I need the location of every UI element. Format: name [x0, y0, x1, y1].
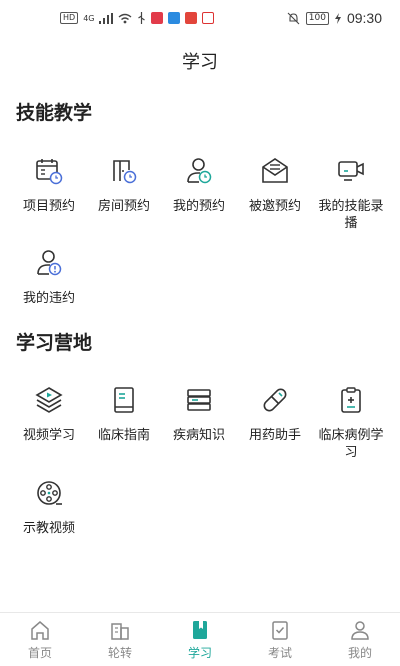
grid-item-room-booking[interactable]: 房间预约: [86, 154, 162, 215]
mail-open-icon: [258, 154, 292, 188]
grid-item-video-study[interactable]: 视频学习: [11, 383, 87, 444]
grid-item-label: 视频学习: [22, 428, 75, 443]
grid-item-clinical-guide[interactable]: 临床指南: [86, 383, 162, 444]
grid-item-label: 临床指南: [97, 428, 150, 443]
checklist-icon: [268, 618, 292, 642]
person-icon: [348, 618, 372, 642]
tab-home[interactable]: 首页: [0, 613, 80, 666]
tab-rotation[interactable]: 轮转: [80, 613, 160, 666]
tab-exam[interactable]: 考试: [240, 613, 320, 666]
grid-item-clinical-case-study[interactable]: 临床病例学习: [313, 383, 389, 461]
section-title-study-camp: 学习营地: [16, 332, 93, 354]
grid-item-disease-knowledge[interactable]: 疾病知识: [161, 383, 237, 444]
network-type: 4G: [83, 13, 95, 23]
tab-mine[interactable]: 我的: [320, 613, 400, 666]
bottom-tab-bar: 首页 轮转 学习 考试 我的: [0, 612, 400, 666]
room-clock-icon: [107, 154, 141, 188]
user-alert-icon: [32, 246, 66, 280]
hd-indicator: HD: [60, 12, 79, 24]
grid-item-label: 临床病例学习: [318, 428, 384, 460]
usb-icon: [138, 12, 146, 24]
section-title-skill-teaching: 技能教学: [16, 102, 93, 124]
grid-item-project-booking[interactable]: 项目预约: [11, 154, 87, 215]
status-icons-right: 100 09:30: [287, 10, 382, 26]
book-icon: [107, 383, 141, 417]
grid-item-my-skill-recording[interactable]: 我的技能录播: [313, 154, 389, 232]
clipboard-plus-icon: [334, 383, 368, 417]
tab-study[interactable]: 学习: [160, 613, 240, 666]
grid-item-medication-assistant[interactable]: 用药助手: [237, 383, 313, 444]
tab-label: 轮转: [107, 646, 132, 660]
app-notification-icon: [185, 12, 198, 24]
grid-item-my-booking[interactable]: 我的预约: [161, 154, 237, 215]
monitor-camera-icon: [334, 154, 368, 188]
user-clock-icon: [182, 154, 216, 188]
grid-item-label: 我的违约: [22, 291, 75, 306]
building-icon: [108, 618, 132, 642]
home-icon: [28, 618, 52, 642]
calendar-clock-icon: [32, 154, 66, 188]
page-title: 学习: [182, 52, 218, 73]
tab-label: 学习: [187, 646, 212, 660]
grid-item-label: 项目预约: [22, 199, 75, 214]
grid-item-label: 被邀预约: [248, 199, 301, 214]
grid-item-my-violation[interactable]: 我的违约: [11, 246, 87, 307]
app-notification-icon: [151, 12, 164, 24]
tab-label: 首页: [27, 646, 52, 660]
battery-indicator: 100: [305, 11, 329, 25]
film-reel-icon: [32, 476, 66, 510]
app-notification-icon: [202, 12, 215, 24]
status-bar: HD 4G 100 09:30: [0, 0, 400, 36]
mute-bell-icon: [287, 12, 300, 24]
pill-icon: [258, 383, 292, 417]
tab-label: 考试: [267, 646, 292, 660]
grid-item-label: 我的技能录播: [318, 199, 384, 231]
layers-play-icon: [32, 383, 66, 417]
grid-item-demo-video[interactable]: 示教视频: [11, 476, 87, 537]
bookmark-book-icon: [188, 618, 212, 642]
grid-item-label: 房间预约: [97, 199, 150, 214]
tab-label: 我的: [347, 646, 372, 660]
status-icons-left: HD 4G: [60, 12, 215, 24]
grid-item-label: 我的预约: [172, 199, 225, 214]
grid-item-label: 疾病知识: [172, 428, 225, 443]
grid-item-label: 用药助手: [248, 428, 301, 443]
signal-icon: [99, 12, 114, 24]
grid-item-label: 示教视频: [22, 521, 75, 536]
status-time: 09:30: [346, 10, 382, 26]
app-notification-icon: [168, 12, 181, 24]
charging-icon: [334, 12, 341, 24]
books-stack-icon: [182, 383, 216, 417]
wifi-icon: [119, 13, 132, 23]
grid-item-invited-booking[interactable]: 被邀预约: [237, 154, 313, 215]
